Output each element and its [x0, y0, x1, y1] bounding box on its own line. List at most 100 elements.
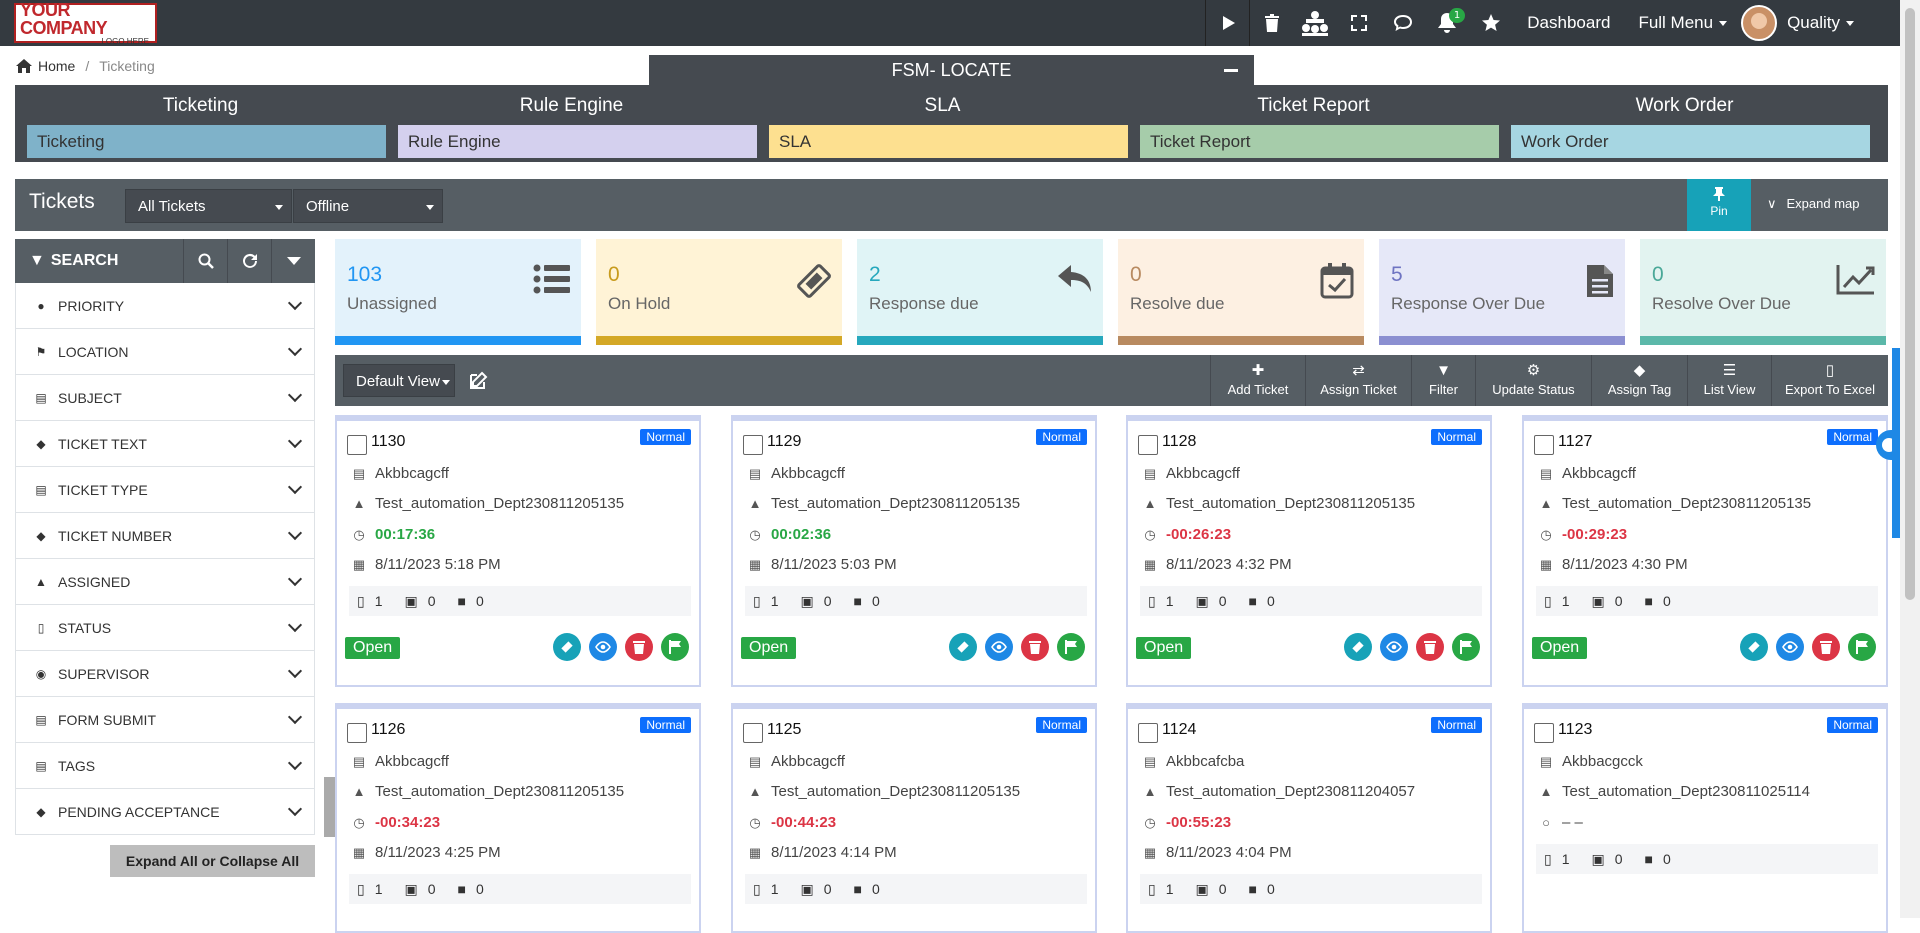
ticket-select-checkbox[interactable]: [347, 723, 367, 743]
video-attachments[interactable]: ■ 0: [1249, 593, 1275, 609]
search-button[interactable]: [183, 239, 227, 283]
filter-button[interactable]: ▼ Filter: [1411, 355, 1475, 406]
full-menu-dropdown[interactable]: Full Menu: [1624, 13, 1741, 33]
video-attachments[interactable]: ■ 0: [1645, 593, 1671, 609]
update-status-button[interactable]: ⚙ Update Status: [1475, 355, 1591, 406]
add-ticket-button[interactable]: ✚ Add Ticket: [1210, 355, 1305, 406]
stat-response-over-due[interactable]: 5 Response Over Due: [1379, 239, 1625, 345]
assign-tag-button[interactable]: ◆ Assign Tag: [1591, 355, 1687, 406]
view-eye-icon[interactable]: [1380, 633, 1408, 661]
ticket-action-icon[interactable]: [1344, 633, 1372, 661]
video-attachments[interactable]: ■ 0: [1249, 881, 1275, 897]
image-attachments[interactable]: ▣ 0: [1592, 593, 1623, 610]
expand-collapse-all-button[interactable]: Expand All or Collapse All: [110, 845, 315, 877]
export-excel-button[interactable]: ▯ Export To Excel: [1771, 355, 1888, 406]
pdf-attachments[interactable]: ▯ 1: [357, 593, 383, 610]
play-icon[interactable]: [1205, 0, 1249, 46]
chat-icon[interactable]: [1381, 0, 1425, 46]
ticket-card[interactable]: 1129 Normal ▤ Akbbcagcff ▲ Test_automation_De…: [731, 415, 1097, 687]
video-attachments[interactable]: ■ 0: [458, 593, 484, 609]
expand-map-button[interactable]: ∨ Expand map: [1767, 196, 1860, 212]
flag-icon[interactable]: [1848, 633, 1876, 661]
ticket-select-checkbox[interactable]: [1534, 435, 1554, 455]
ticket-number[interactable]: 1124: [1162, 721, 1196, 739]
inner-scrollbar[interactable]: [1892, 348, 1900, 538]
ticket-select-checkbox[interactable]: [1138, 723, 1158, 743]
filter-supervisor[interactable]: ◉ SUPERVISOR: [15, 651, 315, 697]
view-eye-icon[interactable]: [985, 633, 1013, 661]
ticket-card[interactable]: 1128 Normal ▤ Akbbcagcff ▲ Test_automation_De…: [1126, 415, 1492, 687]
filter-form-submit[interactable]: ▤ FORM SUBMIT: [15, 697, 315, 743]
expand-icon[interactable]: [1337, 0, 1381, 46]
pdf-attachments[interactable]: ▯ 1: [1544, 593, 1570, 610]
ticket-number[interactable]: 1129: [767, 433, 801, 451]
assign-ticket-button[interactable]: ⇄ Assign Ticket: [1305, 355, 1411, 406]
filter-ticket-type[interactable]: ▤ TICKET TYPE: [15, 467, 315, 513]
filter-ticket-text[interactable]: ◆ TICKET TEXT: [15, 421, 315, 467]
trash-icon[interactable]: [1249, 0, 1293, 46]
ticket-select-checkbox[interactable]: [347, 435, 367, 455]
avatar[interactable]: [1741, 5, 1778, 41]
pdf-attachments[interactable]: ▯ 1: [1544, 851, 1570, 868]
ticket-select-checkbox[interactable]: [1534, 723, 1554, 743]
star-icon[interactable]: [1469, 0, 1513, 46]
company-logo[interactable]: YOUR COMPANY LOGO HERE: [14, 1, 157, 46]
page-scrollbar[interactable]: [1900, 0, 1920, 918]
ticket-select-checkbox[interactable]: [743, 723, 763, 743]
search-options-toggle[interactable]: [271, 239, 315, 283]
filter-subject[interactable]: ▤ SUBJECT: [15, 375, 315, 421]
filter-tags[interactable]: ▤ TAGS: [15, 743, 315, 789]
stat-unassigned[interactable]: 103 Unassigned: [335, 239, 581, 345]
filter-assigned[interactable]: ▲ ASSIGNED: [15, 559, 315, 605]
video-attachments[interactable]: ■ 0: [854, 593, 880, 609]
image-attachments[interactable]: ▣ 0: [1196, 881, 1227, 898]
ticket-number[interactable]: 1127: [1558, 433, 1592, 451]
ticket-card[interactable]: 1126 Normal ▤ Akbbcagcff ▲ Test_automation_De…: [335, 703, 701, 933]
ticket-action-icon[interactable]: [1740, 633, 1768, 661]
stat-response-due[interactable]: 2 Response due: [857, 239, 1103, 345]
filter-priority[interactable]: ● PRIORITY: [15, 283, 315, 329]
image-attachments[interactable]: ▣ 0: [801, 593, 832, 610]
filter-ticket-number[interactable]: ◆ TICKET NUMBER: [15, 513, 315, 559]
bell-icon[interactable]: 1: [1425, 0, 1469, 46]
image-attachments[interactable]: ▣ 0: [801, 881, 832, 898]
pdf-attachments[interactable]: ▯ 1: [753, 881, 779, 898]
list-view-button[interactable]: ☰ List View: [1687, 355, 1771, 406]
video-attachments[interactable]: ■ 0: [854, 881, 880, 897]
image-attachments[interactable]: ▣ 0: [1196, 593, 1227, 610]
pdf-attachments[interactable]: ▯ 1: [1148, 881, 1174, 898]
delete-trash-icon[interactable]: [625, 633, 653, 661]
scrollbar-thumb[interactable]: [1905, 8, 1915, 600]
ticket-select-checkbox[interactable]: [1138, 435, 1158, 455]
image-attachments[interactable]: ▣ 0: [405, 881, 436, 898]
pdf-attachments[interactable]: ▯ 1: [1148, 593, 1174, 610]
module-button-work-order[interactable]: Work Order: [1511, 125, 1870, 158]
default-view-select[interactable]: Default View: [343, 364, 455, 397]
minimize-icon[interactable]: [1224, 69, 1238, 72]
breadcrumb-home-link[interactable]: Home: [38, 58, 75, 74]
ticket-number[interactable]: 1130: [371, 433, 405, 451]
pdf-attachments[interactable]: ▯ 1: [357, 881, 383, 898]
flag-icon[interactable]: [661, 633, 689, 661]
ticket-card[interactable]: 1124 Normal ▤ Akbbcafcba ▲ Test_automation_De…: [1126, 703, 1492, 933]
filter-location[interactable]: ⚑ LOCATION: [15, 329, 315, 375]
refresh-button[interactable]: [227, 239, 271, 283]
video-attachments[interactable]: ■ 0: [1645, 851, 1671, 867]
dashboard-link[interactable]: Dashboard: [1513, 13, 1624, 33]
module-button-rule-engine[interactable]: Rule Engine: [398, 125, 757, 158]
ticket-select-checkbox[interactable]: [743, 435, 763, 455]
filter-status[interactable]: ▯ STATUS: [15, 605, 315, 651]
ticket-number[interactable]: 1125: [767, 721, 801, 739]
ticket-action-icon[interactable]: [553, 633, 581, 661]
view-eye-icon[interactable]: [589, 633, 617, 661]
ticket-card[interactable]: 1123 Normal ▤ Akbbacgcck ▲ Test_automation_De…: [1522, 703, 1888, 933]
view-eye-icon[interactable]: [1776, 633, 1804, 661]
stat-on-hold[interactable]: 0 On Hold: [596, 239, 842, 345]
ticket-scope-select[interactable]: All Tickets: [125, 189, 292, 223]
flag-icon[interactable]: [1452, 633, 1480, 661]
module-button-sla[interactable]: SLA: [769, 125, 1128, 158]
ticket-action-icon[interactable]: [949, 633, 977, 661]
ticket-number[interactable]: 1128: [1162, 433, 1196, 451]
connection-mode-select[interactable]: Offline: [293, 189, 443, 223]
image-attachments[interactable]: ▣ 0: [405, 593, 436, 610]
